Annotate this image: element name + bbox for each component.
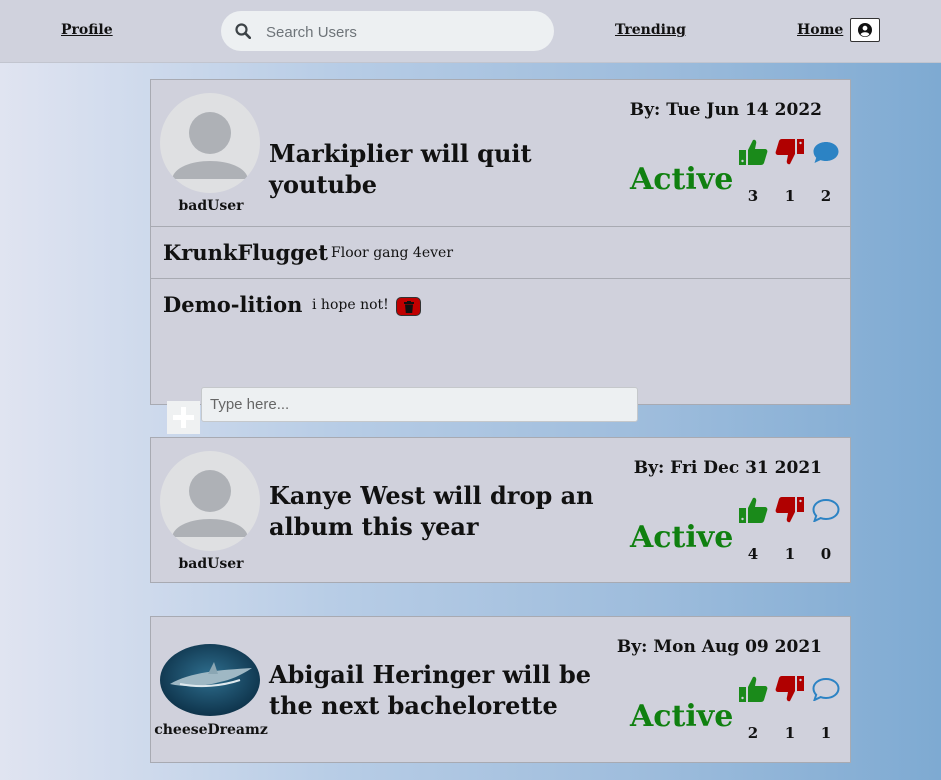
comments-count: 1 xyxy=(820,724,832,742)
search-bar[interactable] xyxy=(221,11,554,51)
post-status: Active xyxy=(630,520,734,555)
search-icon xyxy=(235,23,251,39)
comments-count: 2 xyxy=(820,187,832,205)
comment-icon[interactable] xyxy=(812,677,840,701)
avatar[interactable] xyxy=(160,644,260,716)
post-date: By: Mon Aug 09 2021 xyxy=(616,637,822,657)
trash-icon xyxy=(404,301,414,313)
comment-text: Floor gang 4ever xyxy=(331,245,454,261)
nav-trending-link[interactable]: Trending xyxy=(615,22,686,38)
comment-input[interactable] xyxy=(201,387,638,422)
top-nav-bar: Profile Trending Home xyxy=(0,0,941,63)
nav-profile-link[interactable]: Profile xyxy=(61,22,113,38)
post-title: Abigail Heringer will be the next bachel… xyxy=(269,660,592,720)
thumbs-down-icon[interactable] xyxy=(775,138,805,166)
avatar[interactable] xyxy=(160,93,260,193)
thumbs-up-icon[interactable] xyxy=(738,675,768,703)
search-users-input[interactable] xyxy=(264,19,538,45)
post-status: Active xyxy=(630,699,734,734)
comment-icon[interactable] xyxy=(812,498,840,522)
comment-text: i hope not! xyxy=(312,297,389,313)
dislikes-count: 1 xyxy=(784,187,796,205)
post-card: badUser Kanye West will drop an album th… xyxy=(150,437,851,583)
account-button[interactable] xyxy=(850,18,880,42)
post-status: Active xyxy=(630,162,734,197)
thumbs-up-icon[interactable] xyxy=(738,138,768,166)
comment-row: KrunkFlugget Floor gang 4ever xyxy=(151,226,850,279)
post-author[interactable]: cheeseDreamz xyxy=(151,722,271,738)
post-date: By: Fri Dec 31 2021 xyxy=(633,458,822,478)
post-author[interactable]: badUser xyxy=(151,198,271,214)
likes-count: 3 xyxy=(747,187,759,205)
post-card: cheeseDreamz Abigail Heringer will be th… xyxy=(150,616,851,763)
dislikes-count: 1 xyxy=(784,724,796,742)
thumbs-up-icon[interactable] xyxy=(738,496,768,524)
post-date: By: Tue Jun 14 2022 xyxy=(629,100,822,120)
comment-row: Demo-lition i hope not! xyxy=(151,278,850,434)
thumbs-down-icon[interactable] xyxy=(775,496,805,524)
avatar[interactable] xyxy=(160,451,260,551)
post-card: badUser Markiplier will quit youtube By:… xyxy=(150,79,851,434)
thumbs-down-icon[interactable] xyxy=(775,675,805,703)
plus-icon xyxy=(173,407,194,428)
likes-count: 4 xyxy=(747,545,759,563)
comment-author[interactable]: KrunkFlugget xyxy=(163,240,328,265)
post-title: Kanye West will drop an album this year xyxy=(269,481,594,541)
delete-comment-button[interactable] xyxy=(396,297,421,316)
likes-count: 2 xyxy=(747,724,759,742)
post-title: Markiplier will quit youtube xyxy=(269,139,532,199)
comment-author[interactable]: Demo-lition xyxy=(163,292,302,317)
nav-home-link[interactable]: Home xyxy=(797,22,843,38)
comments-count: 0 xyxy=(820,545,832,563)
dislikes-count: 1 xyxy=(784,545,796,563)
add-comment-button[interactable] xyxy=(167,401,200,434)
user-circle-icon xyxy=(858,23,872,37)
post-author[interactable]: badUser xyxy=(151,556,271,572)
comment-icon[interactable] xyxy=(812,140,840,164)
